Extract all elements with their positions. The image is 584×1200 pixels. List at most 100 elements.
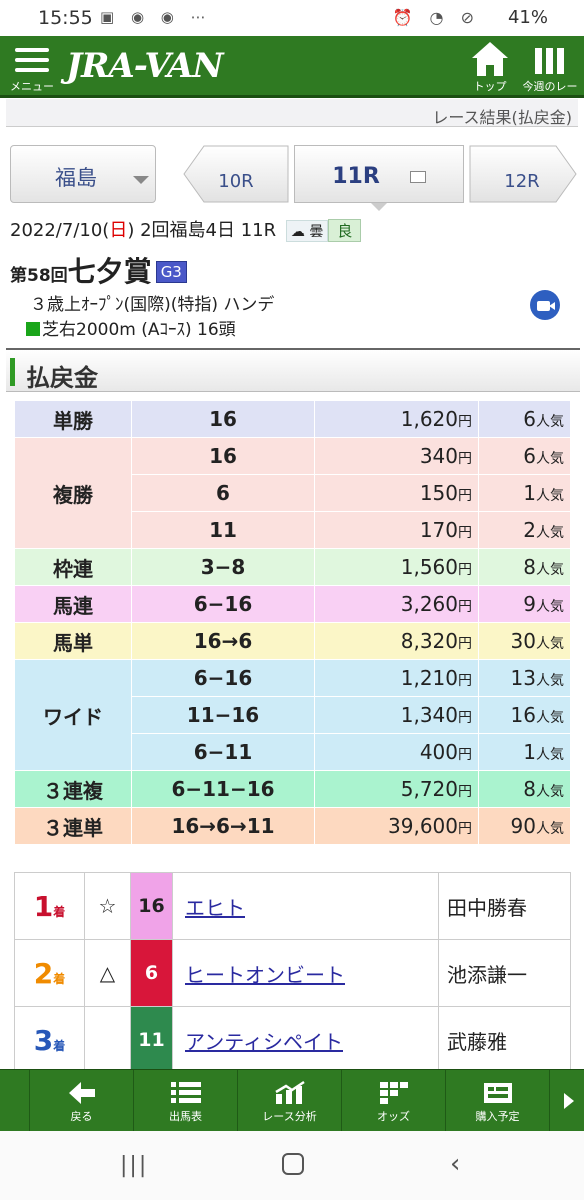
toolbar-scroll-right-icon[interactable] [554,1070,584,1132]
table-row: ワイド 6−16 1,210円 13人気 [14,659,571,771]
bet-type: 複勝 [14,437,132,549]
horse-name-link[interactable]: ヒートオンビート [172,939,439,1007]
race-meeting: 2回福島4日 11R [140,220,277,241]
race-course: 芝右2000m (Aｺｰｽ) 16頭 [26,315,236,340]
video-camera-icon[interactable] [530,290,560,320]
jra-van-logo[interactable]: JRA-VAN [66,46,224,86]
odds-label: オッズ [377,1110,410,1123]
popularity: 30人気 [478,622,571,660]
combination: 16→6 [131,622,315,660]
jockey-name: 武藤雅 [438,1006,571,1074]
race-date-suffix: ) [127,220,135,241]
chart-icon [274,1080,305,1104]
payout-amount: 5,720円 [314,770,479,808]
recent-apps-icon[interactable]: ||| [120,1153,148,1178]
section-accent-bar [10,358,15,386]
bet-type: 馬連 [14,585,132,623]
purchase-plan-button[interactable]: 購入予定 [446,1070,550,1132]
table-row: ３連単 16→6→11 39,600円 90人気 [14,807,571,845]
combination: 6−16 [131,659,315,697]
going-badge: 良 [328,219,362,242]
this-week-races-button[interactable]: 今週のレース [518,40,582,109]
popularity: 16人気 [478,696,571,734]
payout-amount: 1,620円 [314,400,479,438]
horse-number: 16 [130,872,173,940]
horse-name-link[interactable]: アンティシペイト [172,1006,439,1074]
payout-amount: 1,560円 [314,548,479,586]
combination: 16 [131,437,315,475]
notification-icons: ▣ ◉ ◉ ⋯ [100,8,212,26]
prev-race-button[interactable]: 10R [184,145,288,203]
odds-button[interactable]: オッズ [342,1070,446,1132]
current-race-label: 11R [332,164,380,189]
popularity: 8人気 [478,770,571,808]
payout-amount: 1,210円 [314,659,479,697]
payout-amount: 400円 [314,733,479,771]
table-row: 馬単 16→6 8,320円 30人気 [14,622,571,660]
combination: 3−8 [131,548,315,586]
entries-button[interactable]: 出馬表 [134,1070,238,1132]
menu-label: メニュー [10,80,54,93]
calendar-columns-icon [535,48,564,74]
back-button[interactable]: 戻る [30,1070,134,1132]
results-table: 1着 ☆ 16 エヒト 田中勝春 2着 △ 6 ヒートオンビート 池添謙一 3着… [14,872,571,1074]
popularity: 90人気 [478,807,571,845]
odds-grid-icon [379,1082,408,1104]
combination: 6−11−16 [131,770,315,808]
entries-label: 出馬表 [169,1110,202,1123]
table-row: 馬連 6−16 3,260円 9人気 [14,585,571,623]
next-race-button[interactable]: 12R [470,145,574,203]
payout-amount: 340円 [314,437,479,475]
race-analysis-label: レース分析 [262,1110,317,1123]
current-race-button[interactable]: 11R [294,145,464,211]
hamburger-icon [15,48,49,52]
combination: 11−16 [131,696,315,734]
horse-number: 11 [130,1006,173,1074]
race-name: 七夕賞 [67,255,152,288]
race-conditions: ３歳上ｵｰﾌﾟﾝ(国際)(特指) ハンデ [30,295,275,315]
payout-amount: 1,340円 [314,696,479,734]
table-row: 1着 ☆ 16 エヒト 田中勝春 [14,872,571,940]
payout-amount: 3,260円 [314,585,479,623]
horse-name-link[interactable]: エヒト [172,872,439,940]
ticket-icon [483,1083,512,1103]
prediction-mark [84,1006,131,1074]
finish-place: 3着 [14,1006,85,1074]
popularity: 9人気 [478,585,571,623]
finish-place: 1着 [14,872,85,940]
top-button[interactable]: トップ [468,40,512,94]
bet-type: ３連複 [14,770,132,808]
popularity: 1人気 [478,733,571,771]
table-row: 3着 11 アンティシペイト 武藤雅 [14,1006,571,1074]
table-row: 単勝 16 1,620円 6人気 [14,400,571,438]
race-title: 第58回七夕賞 G3 [10,250,187,290]
popularity: 1人気 [478,474,571,512]
table-row: 2着 △ 6 ヒートオンビート 池添謙一 [14,939,571,1007]
home-circle-icon[interactable] [282,1153,304,1175]
status-time: 15:55 [38,7,93,29]
payout-amount: 39,600円 [314,807,479,845]
section-title: 払戻金 [26,364,98,392]
race-analysis-button[interactable]: レース分析 [238,1070,342,1132]
race-number: 第58回 [10,266,68,286]
purchase-plan-label: 購入予定 [475,1110,520,1123]
top-label: トップ [473,80,507,93]
home-icon [472,42,508,76]
combination: 11 [131,511,315,549]
venue-selector[interactable]: 福島 [10,145,156,203]
bet-type: 馬単 [14,622,132,660]
race-course-label: 芝右2000m (Aｺｰｽ) 16頭 [42,320,236,340]
table-row: ３連複 6−11−16 5,720円 8人気 [14,770,571,808]
bet-type: 枠連 [14,548,132,586]
payout-table: 単勝 16 1,620円 6人気 複勝 16 340円 6人気 6 150円 1… [14,400,571,845]
payout-section-header: 払戻金 [6,348,580,392]
system-status-icons: ⏰ ◔ ⊘ [392,8,480,27]
table-row: 枠連 3−8 1,560円 8人気 [14,548,571,586]
back-chevron-icon[interactable]: ‹ [450,1149,460,1179]
menu-button[interactable]: メニュー [10,44,54,96]
payout-amount: 8,320円 [314,622,479,660]
popularity: 6人気 [478,400,571,438]
bet-type: ワイド [14,659,132,771]
prediction-mark: ☆ [84,872,131,940]
prediction-mark: △ [84,939,131,1007]
